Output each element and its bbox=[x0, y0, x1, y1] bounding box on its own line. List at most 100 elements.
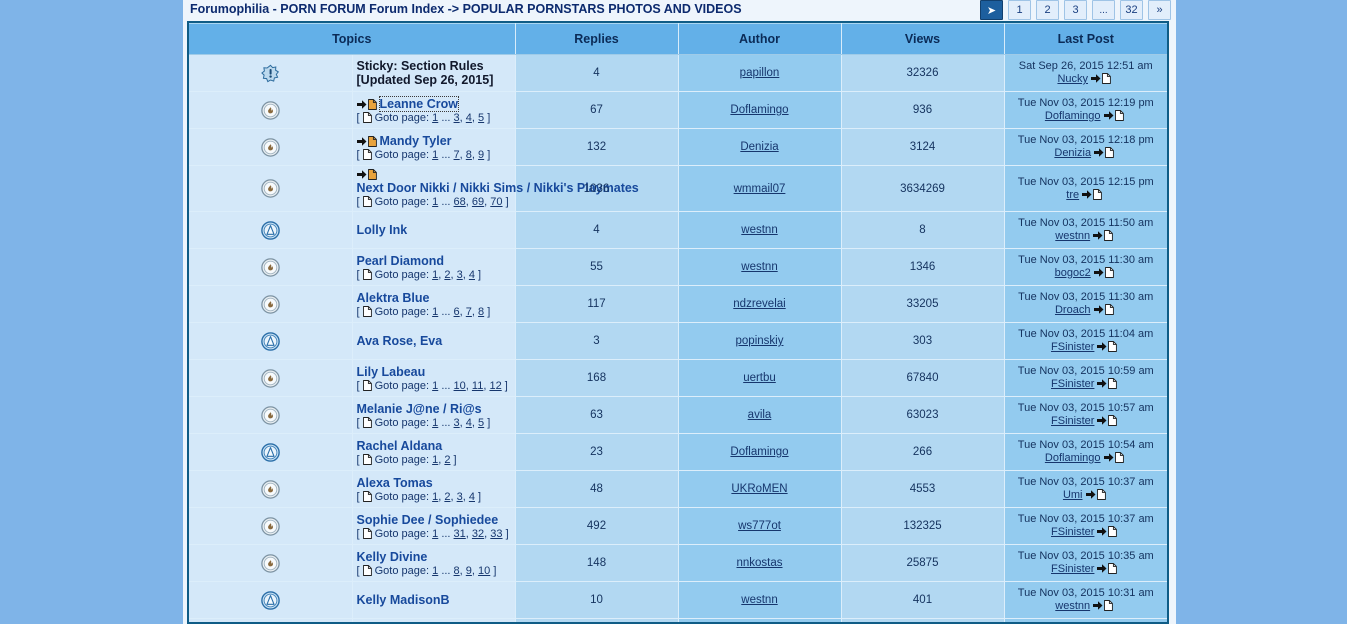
topic-title-link[interactable]: Rachel Aldana bbox=[357, 439, 443, 453]
last-post-author-link[interactable]: FSinister bbox=[1051, 415, 1094, 427]
author-link[interactable]: avila bbox=[748, 409, 772, 421]
goto-page-link[interactable]: 4 bbox=[469, 269, 475, 281]
author-link[interactable]: westnn bbox=[741, 261, 777, 273]
goto-page-link[interactable]: 1 bbox=[432, 306, 438, 318]
author-link[interactable]: wmmail07 bbox=[734, 183, 786, 195]
table-row[interactable]: Lolly Ink 4 westnn 8 Tue Nov 03, 2015 11:50 … bbox=[189, 211, 1167, 249]
goto-last-post-icon[interactable] bbox=[1103, 110, 1127, 122]
goto-page-link[interactable]: 31 bbox=[454, 528, 466, 540]
table-row[interactable]: Pearl Diamond[ Goto page: 1, 2, 3, 4 ] 55… bbox=[189, 248, 1167, 286]
author-link[interactable]: Doflamingo bbox=[730, 446, 788, 458]
page-button-2[interactable]: 2 bbox=[1036, 0, 1059, 20]
goto-last-post-icon[interactable] bbox=[1091, 73, 1114, 85]
goto-page-link[interactable]: 70 bbox=[490, 196, 502, 208]
goto-page-link[interactable]: 1 bbox=[432, 528, 438, 540]
table-row[interactable]: Alexa Tomas[ Goto page: 1, 2, 3, 4 ] 48 UK… bbox=[189, 470, 1167, 508]
goto-last-post-icon[interactable] bbox=[1097, 563, 1120, 575]
topic-title-link[interactable]: Leanne Crow bbox=[378, 95, 459, 112]
author-link[interactable]: popinskiy bbox=[736, 335, 784, 347]
table-row[interactable]: Rachel Aldana[ Goto page: 1, 2 ] 23 Doflam… bbox=[189, 433, 1167, 471]
table-row[interactable]: Alektra Blue[ Goto page: 1 ... 6, 7, 8 ]… bbox=[189, 285, 1167, 323]
table-row[interactable]: Mandy Tyler[ Goto page: 1 ... 7, 8, 9 ] 1… bbox=[189, 128, 1167, 166]
last-post-author-link[interactable]: Doflamingo bbox=[1045, 452, 1101, 464]
page-button-last[interactable]: 32 bbox=[1120, 0, 1143, 20]
author-link[interactable]: Denizia bbox=[740, 141, 778, 153]
page-button-1[interactable]: 1 bbox=[1008, 0, 1031, 20]
table-row[interactable]: Next Door Nikki / Nikki Sims / Nikki's P… bbox=[189, 165, 1167, 212]
goto-last-post-icon[interactable] bbox=[1094, 147, 1117, 159]
goto-page-link[interactable]: 9 bbox=[466, 565, 472, 577]
goto-page-link[interactable]: 5 bbox=[478, 417, 484, 429]
table-row[interactable]: Leanne Crow[ Goto page: 1 ... 3, 4, 5 ] 6… bbox=[189, 91, 1167, 129]
goto-page-link[interactable]: 8 bbox=[454, 565, 460, 577]
goto-last-post-icon[interactable] bbox=[1093, 600, 1116, 612]
topic-title-link[interactable]: Alexa Tomas bbox=[357, 476, 433, 490]
topic-title-link[interactable]: Sophie Dee / Sophiedee bbox=[357, 513, 499, 527]
goto-page-link[interactable]: 68 bbox=[454, 196, 466, 208]
goto-last-post-icon[interactable] bbox=[1097, 526, 1120, 538]
table-row[interactable]: Melanie J@ne / Ri@s[ Goto page: 1 ... 3,… bbox=[189, 396, 1167, 434]
goto-page-link[interactable]: 4 bbox=[466, 112, 472, 124]
author-link[interactable]: westnn bbox=[741, 224, 777, 236]
author-link[interactable]: ws777ot bbox=[738, 520, 781, 532]
goto-arrow-icon[interactable]: ➤ bbox=[980, 0, 1003, 20]
topic-title-link[interactable]: Melanie J@ne / Ri@s bbox=[357, 402, 482, 416]
table-row[interactable]: Sticky: Section Rules [Updated Sep 26, 2… bbox=[189, 54, 1167, 92]
goto-last-post-icon[interactable] bbox=[1093, 304, 1117, 316]
goto-last-post-icon[interactable] bbox=[1103, 452, 1127, 464]
goto-page-link[interactable]: 3 bbox=[457, 491, 463, 503]
table-row[interactable]: Darla Crane12westnn485Tue Nov 03, 2015 1… bbox=[189, 618, 1167, 622]
goto-page-link[interactable]: 33 bbox=[490, 528, 502, 540]
author-link[interactable]: uertbu bbox=[743, 372, 776, 384]
goto-page-link[interactable]: 2 bbox=[444, 269, 450, 281]
goto-page-link[interactable]: 1 bbox=[432, 491, 438, 503]
last-post-author-link[interactable]: Doflamingo bbox=[1045, 110, 1101, 122]
last-post-author-link[interactable]: Droach bbox=[1055, 304, 1090, 316]
goto-last-post-icon[interactable] bbox=[1085, 489, 1109, 501]
author-link[interactable]: Doflamingo bbox=[730, 104, 788, 116]
goto-page-link[interactable]: 1 bbox=[432, 149, 438, 161]
topic-title-link[interactable]: Kelly MadisonB bbox=[357, 593, 450, 607]
table-row[interactable]: Kelly MadisonB 10 westnn 401 Tue Nov 03, 201… bbox=[189, 581, 1167, 619]
goto-page-link[interactable]: 8 bbox=[478, 306, 484, 318]
last-post-author-link[interactable]: tre bbox=[1066, 189, 1079, 201]
last-post-author-link[interactable]: westnn bbox=[1055, 600, 1090, 612]
last-post-author-link[interactable]: FSinister bbox=[1051, 563, 1094, 575]
topic-title-link[interactable]: Lolly Ink bbox=[357, 223, 408, 237]
goto-page-link[interactable]: 7 bbox=[466, 306, 472, 318]
goto-page-link[interactable]: 32 bbox=[472, 528, 484, 540]
author-link[interactable]: ndzrevelai bbox=[733, 298, 785, 310]
goto-page-link[interactable]: 3 bbox=[454, 417, 460, 429]
goto-page-link[interactable]: 6 bbox=[454, 306, 460, 318]
goto-page-link[interactable]: 5 bbox=[478, 112, 484, 124]
goto-last-post-icon[interactable] bbox=[1097, 378, 1120, 390]
last-post-author-link[interactable]: FSinister bbox=[1051, 378, 1094, 390]
goto-page-link[interactable]: 2 bbox=[444, 491, 450, 503]
last-post-author-link[interactable]: westnn bbox=[1055, 230, 1090, 242]
goto-page-link[interactable]: 9 bbox=[478, 149, 484, 161]
goto-page-link[interactable]: 3 bbox=[454, 112, 460, 124]
last-post-author-link[interactable]: FSinister bbox=[1051, 341, 1094, 353]
goto-page-link[interactable]: 7 bbox=[454, 149, 460, 161]
author-link[interactable]: papillon bbox=[740, 67, 780, 79]
topic-title-link[interactable]: Pearl Diamond bbox=[357, 254, 445, 268]
last-post-author-link[interactable]: FSinister bbox=[1051, 526, 1094, 538]
goto-page-link[interactable]: 1 bbox=[432, 112, 438, 124]
goto-page-link[interactable]: 10 bbox=[478, 565, 490, 577]
goto-page-link[interactable]: 12 bbox=[489, 380, 501, 392]
goto-page-link[interactable]: 1 bbox=[432, 269, 438, 281]
last-post-author-link[interactable]: bogoc2 bbox=[1055, 267, 1091, 279]
topic-title-link[interactable]: Kelly Divine bbox=[357, 550, 428, 564]
goto-last-post-icon[interactable] bbox=[1093, 267, 1117, 279]
goto-page-link[interactable]: 4 bbox=[469, 491, 475, 503]
next-page-button[interactable]: » bbox=[1148, 0, 1171, 20]
topic-title-link[interactable]: Alektra Blue bbox=[357, 291, 430, 305]
page-button-3[interactable]: 3 bbox=[1064, 0, 1087, 20]
table-row[interactable]: Ava Rose, Eva 3 popinskiy 303 Tue Nov 03, 20… bbox=[189, 322, 1167, 360]
topic-title-link[interactable]: Lily Labeau bbox=[357, 365, 426, 379]
author-link[interactable]: UKRoMEN bbox=[731, 483, 787, 495]
table-row[interactable]: Kelly Divine[ Goto page: 1 ... 8, 9, 10 … bbox=[189, 544, 1167, 582]
goto-last-post-icon[interactable] bbox=[1097, 415, 1120, 427]
goto-page-link[interactable]: 11 bbox=[472, 380, 483, 392]
goto-page-link[interactable]: 4 bbox=[466, 417, 472, 429]
